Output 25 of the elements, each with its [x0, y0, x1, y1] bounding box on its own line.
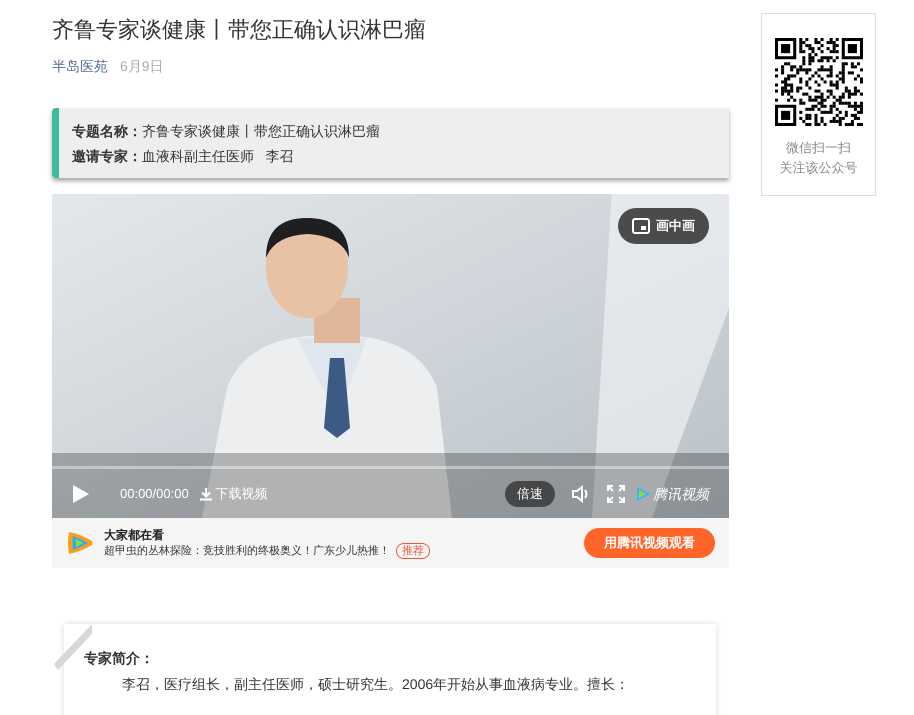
pip-icon: [632, 218, 650, 234]
info-label: 邀请专家：: [72, 147, 142, 166]
time-display: 00:00/00:00: [120, 485, 189, 504]
publish-date: 6月9日: [120, 57, 164, 76]
speed-button[interactable]: 倍速: [505, 481, 555, 507]
info-value: 齐鲁专家谈健康丨带您正确认识淋巴瘤: [142, 122, 380, 141]
pip-button[interactable]: 画中画: [618, 208, 709, 244]
recommend-tag: 推荐: [396, 543, 430, 559]
qr-caption: 微信扫一扫: [786, 139, 851, 157]
tencent-video-logo-icon: [66, 530, 94, 556]
download-icon: [198, 487, 213, 501]
intro-heading: 专家简介：: [84, 649, 155, 668]
video-brand-logo: 腾讯视频: [635, 484, 709, 504]
info-value: 血液科副主任医师 李召: [142, 147, 294, 166]
fullscreen-icon[interactable]: [607, 485, 625, 503]
info-label: 专题名称：: [72, 122, 142, 141]
qr-caption: 关注该公众号: [780, 159, 858, 177]
intro-text: 李召，医疗组长，副主任医师，硕士研究生。2006年开始从事血液病专业。擅长：: [121, 675, 630, 694]
play-icon[interactable]: [72, 484, 90, 504]
play-logo-icon: [635, 486, 651, 502]
recommend-link[interactable]: 超甲虫的丛林探险：竞技胜利的终极奥义！广东少儿热推！: [104, 543, 390, 559]
article-title: 齐鲁专家谈健康丨带您正确认识淋巴瘤: [52, 16, 427, 44]
recommend-heading: 大家都在看: [104, 527, 165, 543]
progress-track[interactable]: [52, 466, 729, 469]
account-link[interactable]: 半岛医苑: [52, 56, 108, 76]
